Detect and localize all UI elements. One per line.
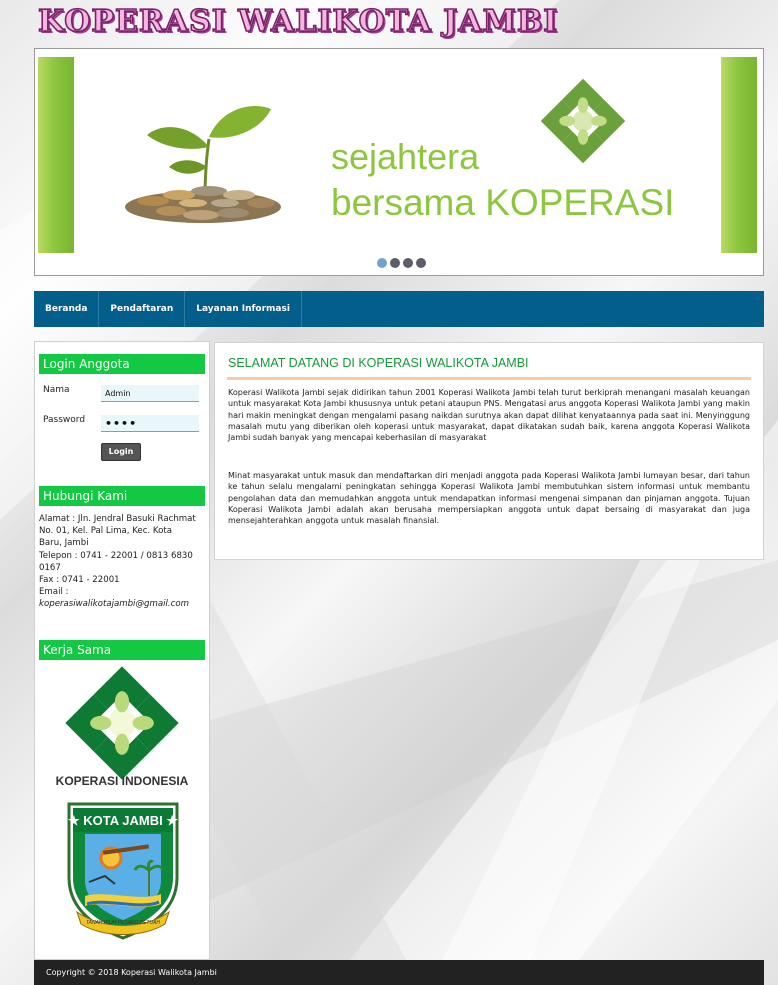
welcome-paragraph-2: Minat masyarakat untuk masuk dan mendaft… <box>228 471 750 526</box>
password-input[interactable] <box>101 415 199 432</box>
koperasi-indonesia-label: KOPERASI INDONESIA <box>55 774 189 788</box>
contact-info: Alamat : Jln. Jendral Basuki Rachmat No.… <box>39 513 207 611</box>
site-title: KOPERASI WALIKOTA JAMBI <box>37 3 559 40</box>
coin-plant-illustration <box>125 106 281 223</box>
partners-heading: Kerja Sama <box>39 640 205 660</box>
contact-address-line2: No. 01, Kel. Pal Lima, Kec. Kota <box>39 526 172 537</box>
slider-dot-4[interactable] <box>416 258 426 268</box>
slider-dot-2[interactable] <box>390 258 400 268</box>
contact-phone-line1: Telepon : 0741 - 22001 / 0813 6830 <box>39 550 193 561</box>
nav-pendaftaran[interactable]: Pendaftaran <box>99 291 186 327</box>
contact-phone-line2: 0167 <box>39 562 61 573</box>
contact-heading: Hubungi Kami <box>39 486 205 506</box>
password-label: Password <box>43 415 86 425</box>
slider-dot-1[interactable] <box>377 258 387 268</box>
main-navigation: Beranda Pendaftaran Layanan Informasi <box>34 291 764 327</box>
contact-fax: Fax : 0741 - 22001 <box>39 575 120 586</box>
emblem-ribbon-text: TANAH PILIH PESAKO BETUAH <box>86 920 160 926</box>
contact-address-line1: Alamat : Jln. Jendral Basuki Rachmat <box>39 514 196 524</box>
name-label: Nama <box>43 385 70 395</box>
kota-jambi-emblem-icon: ★ KOTA JAMBI ★ TANAH PILIH PESAKO BETUAH <box>67 802 179 940</box>
sidebar: Login Anggota Nama Password Login Hubung… <box>34 341 210 960</box>
title-divider <box>227 377 751 380</box>
contact-email: koperasiwalikotajambi@gmail.com <box>39 599 189 610</box>
banner-left-bar <box>38 57 74 253</box>
slider-dot-3[interactable] <box>403 258 413 268</box>
contact-email-label: Email : <box>39 587 69 598</box>
footer-copyright: Copyright © 2018 Koperasi Walikota Jambi <box>34 960 764 985</box>
name-input[interactable] <box>101 385 199 402</box>
nav-layanan-informasi[interactable]: Layanan Informasi <box>185 291 302 327</box>
login-button[interactable]: Login <box>101 443 141 461</box>
slider-pagination <box>377 258 426 268</box>
koperasi-indonesia-logo-icon <box>65 666 179 780</box>
banner-slogan-line1: sejahtera <box>331 136 480 177</box>
welcome-title: SELAMAT DATANG DI KOPERASI WALIKOTA JAMB… <box>228 356 529 370</box>
welcome-panel: SELAMAT DATANG DI KOPERASI WALIKOTA JAMB… <box>214 342 764 560</box>
contact-address-line3: Baru, Jambi <box>39 538 89 549</box>
koperasi-logo-icon <box>540 78 626 164</box>
banner-slogan-line2: bersama KOPERASI <box>331 182 675 223</box>
banner-right-bar <box>721 57 757 253</box>
login-heading: Login Anggota <box>39 354 205 374</box>
emblem-top-text: ★ KOTA JAMBI ★ <box>68 813 178 828</box>
nav-beranda[interactable]: Beranda <box>34 291 100 327</box>
welcome-paragraph-1: Koperasi Walikota Jambi sejak didirikan … <box>228 388 750 443</box>
banner-slider: sejahtera bersama KOPERASI <box>34 48 764 276</box>
